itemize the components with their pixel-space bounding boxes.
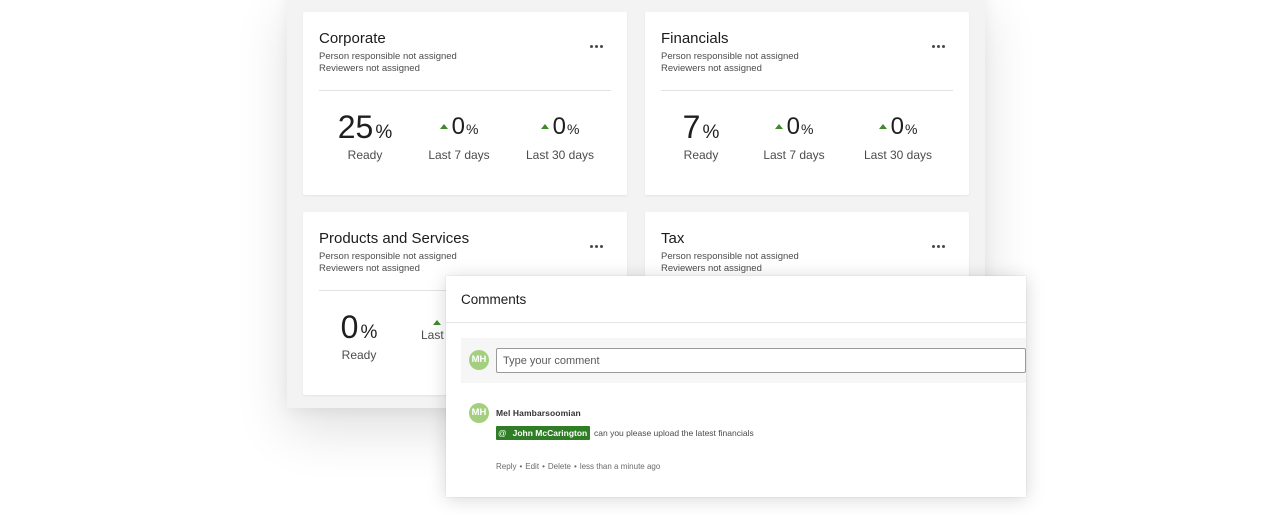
ready-label: Ready bbox=[683, 148, 719, 162]
comment-text: can you please upload the latest financi… bbox=[594, 428, 754, 438]
divider bbox=[319, 90, 611, 91]
stat-last-7-days: 0% Last 7 days bbox=[762, 108, 826, 162]
stat-ready: 0% Ready bbox=[333, 308, 385, 362]
comments-title: Comments bbox=[461, 292, 527, 307]
person-responsible: Person responsible not assigned bbox=[661, 51, 799, 62]
comment-actions: Reply • Edit • Delete • less than a minu… bbox=[496, 462, 660, 471]
comment-author: Mel Hambarsoomian bbox=[496, 408, 581, 418]
last7-value: 0 bbox=[786, 113, 800, 140]
reviewers: Reviewers not assigned bbox=[319, 263, 420, 274]
ready-label: Ready bbox=[347, 148, 383, 162]
percent-sign: % bbox=[904, 121, 918, 137]
ready-value: 7 bbox=[682, 109, 701, 145]
person-responsible: Person responsible not assigned bbox=[319, 251, 457, 262]
separator: • bbox=[574, 462, 577, 471]
divider bbox=[446, 322, 1026, 323]
ready-value: 0 bbox=[340, 309, 359, 345]
percent-sign: % bbox=[800, 121, 814, 137]
card-title: Corporate bbox=[319, 30, 386, 47]
last7-label: Last 7 days bbox=[428, 148, 490, 162]
divider bbox=[661, 90, 953, 91]
percent-sign: % bbox=[375, 122, 393, 143]
comments-panel: Comments MH MH Mel Hambarsoomian @ John … bbox=[446, 276, 1026, 497]
stat-last-7-days: 0% Last 7 days bbox=[427, 108, 491, 162]
last7-value: 0 bbox=[451, 113, 465, 140]
delete-link[interactable]: Delete bbox=[548, 462, 571, 471]
ready-label: Ready bbox=[341, 348, 377, 362]
stat-ready: 25% Ready bbox=[337, 108, 393, 162]
last30-value: 0 bbox=[890, 113, 904, 140]
mention-tag[interactable]: @ John McCarington bbox=[496, 426, 591, 440]
reviewers: Reviewers not assigned bbox=[661, 263, 762, 274]
reviewers: Reviewers not assigned bbox=[319, 63, 420, 74]
edit-link[interactable]: Edit bbox=[525, 462, 539, 471]
card-financials[interactable]: Financials Person responsible not assign… bbox=[645, 12, 969, 195]
mention-name: John McCarington bbox=[512, 428, 588, 438]
percent-sign: % bbox=[360, 322, 378, 343]
percent-sign: % bbox=[465, 121, 479, 137]
separator: • bbox=[542, 462, 545, 471]
at-icon: @ bbox=[498, 428, 507, 438]
last30-label: Last 30 days bbox=[863, 148, 933, 162]
card-title: Products and Services bbox=[319, 230, 470, 247]
trend-up-icon bbox=[540, 123, 549, 129]
comment-composer: MH bbox=[461, 338, 1026, 383]
trend-up-icon bbox=[439, 123, 448, 129]
trend-up-icon bbox=[878, 123, 887, 129]
separator: • bbox=[519, 462, 523, 471]
person-responsible: Person responsible not assigned bbox=[661, 251, 799, 262]
comment-input[interactable] bbox=[496, 348, 1026, 373]
more-options-icon[interactable] bbox=[590, 245, 603, 248]
card-corporate[interactable]: Corporate Person responsible not assigne… bbox=[303, 12, 627, 195]
person-responsible: Person responsible not assigned bbox=[319, 51, 457, 62]
more-options-icon[interactable] bbox=[932, 45, 945, 48]
stat-last-30-days: 0% Last 30 days bbox=[525, 108, 595, 162]
reply-link[interactable]: Reply bbox=[496, 462, 516, 471]
comment-author-avatar: MH bbox=[469, 403, 489, 423]
last30-label: Last 30 days bbox=[525, 148, 595, 162]
percent-sign: % bbox=[566, 121, 580, 137]
card-title: Tax bbox=[661, 230, 685, 247]
card-title: Financials bbox=[661, 30, 729, 47]
reviewers: Reviewers not assigned bbox=[661, 63, 762, 74]
comment-timestamp: less than a minute ago bbox=[579, 462, 661, 471]
trend-up-icon bbox=[774, 123, 783, 129]
last30-value: 0 bbox=[552, 113, 566, 140]
more-options-icon[interactable] bbox=[932, 245, 945, 248]
last7-label: Last 7 days bbox=[763, 148, 825, 162]
stat-last-30-days: 0% Last 30 days bbox=[863, 108, 933, 162]
more-options-icon[interactable] bbox=[590, 45, 603, 48]
trend-up-icon bbox=[433, 320, 441, 325]
stat-ready: 7% Ready bbox=[677, 108, 725, 162]
stage: Corporate Person responsible not assigne… bbox=[0, 0, 1280, 515]
percent-sign: % bbox=[702, 122, 720, 143]
avatar: MH bbox=[469, 350, 489, 370]
ready-value: 25 bbox=[337, 109, 374, 145]
